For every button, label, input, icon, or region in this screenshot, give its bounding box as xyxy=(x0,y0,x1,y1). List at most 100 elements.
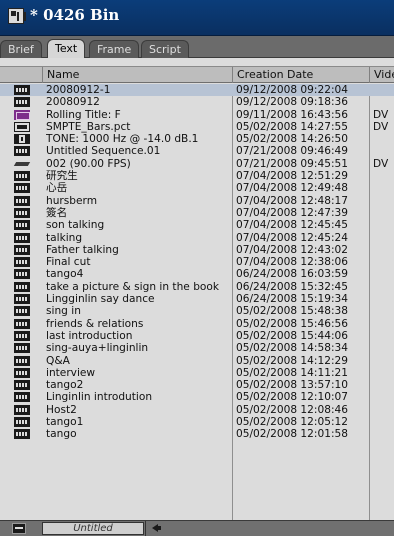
clip-row[interactable]: son talking 07/04/2008 12:45:45 xyxy=(0,219,394,231)
bin-clip-icon xyxy=(14,97,30,108)
clip-name: last introduction xyxy=(46,329,133,342)
clip-row[interactable]: TONE: 1000 Hz @ -14.0 dB.1 05/02/2008 14:… xyxy=(0,133,394,145)
clip-row[interactable]: last introduction 05/02/2008 15:44:06 xyxy=(0,330,394,342)
clip-row[interactable]: tango1 05/02/2008 12:05:12 xyxy=(0,416,394,428)
bin-clip-icon xyxy=(14,281,30,292)
clip-row[interactable]: take a picture & sign in the book 06/24/2… xyxy=(0,281,394,293)
clip-creation-date: 05/02/2008 13:57:10 xyxy=(236,379,349,392)
icon-column-header[interactable] xyxy=(0,67,42,83)
clip-creation-date: 05/02/2008 12:10:07 xyxy=(236,391,349,404)
clip-creation-date: 07/04/2008 12:48:17 xyxy=(236,194,349,207)
arrow-left-icon[interactable] xyxy=(152,523,162,533)
clip-video-format xyxy=(373,182,394,194)
clip-name: tango4 xyxy=(46,268,84,281)
title-icon xyxy=(14,109,30,120)
clip-name: Linginlin introdution xyxy=(46,391,153,404)
clip-name: take a picture & sign in the book xyxy=(46,280,220,293)
clip-name: TONE: 1000 Hz @ -14.0 dB.1 xyxy=(46,133,199,146)
clip-creation-date: 07/04/2008 12:45:45 xyxy=(236,219,349,232)
tab-text[interactable]: Text xyxy=(47,39,86,58)
tab-brief[interactable]: Brief xyxy=(0,40,42,58)
bin-clip-icon xyxy=(14,220,30,231)
bin-clip-icon xyxy=(14,318,30,329)
video-column-header[interactable]: Vide xyxy=(369,67,394,83)
clip-row[interactable]: friends & relations 05/02/2008 15:46:56 xyxy=(0,318,394,330)
clip-name: hursberm xyxy=(46,194,98,207)
name-column-header[interactable]: Name xyxy=(42,67,232,83)
clip-creation-date: 05/02/2008 12:05:12 xyxy=(236,416,349,429)
clip-row[interactable]: Rolling Title: F 09/11/2008 16:43:56 DV xyxy=(0,109,394,121)
bin-clip-icon xyxy=(14,417,30,428)
clip-row[interactable]: Q&A 05/02/2008 14:12:29 xyxy=(0,355,394,367)
title-bar[interactable]: * 0426 Bin xyxy=(0,0,394,36)
clip-name: Host2 xyxy=(46,403,77,416)
bin-menu-icon[interactable] xyxy=(12,523,26,534)
clip-creation-date: 05/02/2008 12:08:46 xyxy=(236,403,349,416)
clip-row[interactable]: Father talking 07/04/2008 12:43:02 xyxy=(0,244,394,256)
bin-clip-icon xyxy=(14,269,30,280)
clip-row[interactable]: 20080912 09/12/2008 09:18:36 xyxy=(0,96,394,108)
tab-script[interactable]: Script xyxy=(141,40,189,58)
clip-row[interactable]: tango4 06/24/2008 16:03:59 xyxy=(0,268,394,280)
clip-creation-date: 05/02/2008 12:01:58 xyxy=(236,428,349,441)
clip-name: Final cut xyxy=(46,256,91,269)
clip-row[interactable]: Lingginlin say dance 06/24/2008 15:19:34 xyxy=(0,293,394,305)
column-header: Name Creation Date Vide xyxy=(0,66,394,83)
bin-clip-icon xyxy=(14,330,30,341)
clip-name: sing-auya+linginlin xyxy=(46,342,149,355)
tone-icon xyxy=(14,134,30,145)
clip-row[interactable]: tango 05/02/2008 12:01:58 xyxy=(0,428,394,440)
clip-creation-date: 07/04/2008 12:45:24 xyxy=(236,231,349,244)
clip-row[interactable]: Final cut 07/04/2008 12:38:06 xyxy=(0,256,394,268)
clip-video-format xyxy=(373,268,394,280)
creation-date-column-header[interactable]: Creation Date xyxy=(232,67,369,83)
bin-clip-icon xyxy=(14,195,30,206)
effect-icon xyxy=(14,159,30,169)
clip-creation-date: 07/21/2008 09:45:51 xyxy=(236,157,349,170)
clip-row[interactable]: interview 05/02/2008 14:11:21 xyxy=(0,367,394,379)
clip-row[interactable]: SMPTE_Bars.pct 05/02/2008 14:27:55 DV xyxy=(0,121,394,133)
clip-video-format: DV xyxy=(373,108,389,121)
clip-row[interactable]: sing-auya+linginlin 05/02/2008 14:58:34 xyxy=(0,342,394,354)
clip-row[interactable]: talking 07/04/2008 12:45:24 xyxy=(0,232,394,244)
clip-row[interactable]: 簽名 07/04/2008 12:47:39 xyxy=(0,207,394,219)
clip-video-format xyxy=(373,379,394,391)
clip-row[interactable]: sing in 05/02/2008 15:48:38 xyxy=(0,305,394,317)
clip-video-format xyxy=(373,330,394,342)
clip-row[interactable]: Linginlin introdution 05/02/2008 12:10:07 xyxy=(0,391,394,403)
bin-clip-icon xyxy=(14,294,30,305)
clip-name: 002 (90.00 FPS) xyxy=(46,157,131,170)
clip-name: tango1 xyxy=(46,416,84,429)
clip-video-format xyxy=(373,232,394,244)
clip-video-format xyxy=(373,342,394,354)
bin-clip-icon xyxy=(14,404,30,415)
clip-name: Q&A xyxy=(46,354,70,367)
clip-video-format xyxy=(373,195,394,207)
clip-row[interactable]: Untitled Sequence.01 07/21/2008 09:46:49 xyxy=(0,145,394,157)
clip-video-format: DV xyxy=(373,157,389,170)
bin-clip-icon xyxy=(14,429,30,440)
bin-clip-icon xyxy=(14,355,30,366)
clip-video-format xyxy=(373,244,394,256)
clip-video-format xyxy=(373,416,394,428)
clip-creation-date: 05/02/2008 14:11:21 xyxy=(236,366,349,379)
clip-creation-date: 07/21/2008 09:46:49 xyxy=(236,145,349,158)
clip-row[interactable]: tango2 05/02/2008 13:57:10 xyxy=(0,379,394,391)
tab-frame[interactable]: Frame xyxy=(89,40,140,58)
clip-row[interactable]: 002 (90.00 FPS) 07/21/2008 09:45:51 DV xyxy=(0,158,394,170)
bin-view-name[interactable]: Untitled xyxy=(42,522,144,535)
clip-name: tango2 xyxy=(46,379,84,392)
clip-row[interactable]: 研究生 07/04/2008 12:51:29 xyxy=(0,170,394,182)
clip-name: 心岳 xyxy=(46,182,68,195)
clip-row[interactable]: 20080912-1 09/12/2008 09:22:04 xyxy=(0,84,394,97)
clip-creation-date: 05/02/2008 14:27:55 xyxy=(236,120,349,133)
clip-row[interactable]: Host2 05/02/2008 12:08:46 xyxy=(0,404,394,416)
clip-name: sing in xyxy=(46,305,81,318)
clip-row[interactable]: hursberm 07/04/2008 12:48:17 xyxy=(0,195,394,207)
clip-video-format xyxy=(373,404,394,416)
graphic-icon xyxy=(14,121,30,132)
clip-row[interactable]: 心岳 07/04/2008 12:49:48 xyxy=(0,182,394,194)
clip-creation-date: 05/02/2008 15:48:38 xyxy=(236,305,349,318)
clip-video-format xyxy=(373,318,394,330)
clip-creation-date: 07/04/2008 12:43:02 xyxy=(236,243,349,256)
